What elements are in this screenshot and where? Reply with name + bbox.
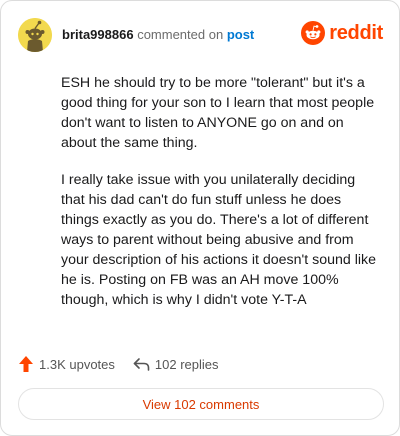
snoo-avatar-icon bbox=[18, 18, 52, 52]
action-text: commented on bbox=[137, 26, 224, 42]
reddit-logo[interactable]: reddit bbox=[301, 21, 383, 45]
logo-text: reddit bbox=[329, 21, 383, 44]
upvote-arrow-icon bbox=[19, 356, 33, 372]
reply-count: 102 replies bbox=[154, 356, 219, 372]
upvote-button[interactable]: 1.3K upvotes bbox=[18, 355, 115, 373]
comment-paragraph: ESH he should try to be more "tolerant" … bbox=[61, 75, 375, 151]
comment-paragraph: I really take issue with you unilaterall… bbox=[61, 172, 377, 308]
comment-header: brita998866 commented on post reddit bbox=[18, 17, 383, 53]
reply-button[interactable]: 102 replies bbox=[133, 357, 219, 372]
view-comments-button[interactable]: View 102 comments bbox=[18, 388, 384, 420]
username-link[interactable]: brita998866 bbox=[62, 27, 134, 42]
comment-card: brita998866 commented on post reddit ESH… bbox=[0, 0, 400, 436]
reddit-logo-icon bbox=[301, 21, 326, 45]
comment-body: ESH he should try to be more "tolerant" … bbox=[61, 73, 379, 327]
upvote-count: 1.3K upvotes bbox=[39, 356, 115, 372]
comment-meta: brita998866 commented on post bbox=[62, 27, 254, 42]
reply-arrow-icon bbox=[133, 358, 150, 371]
comment-footer: 1.3K upvotes 102 replies bbox=[18, 353, 219, 375]
post-link[interactable]: post bbox=[227, 27, 254, 42]
avatar[interactable] bbox=[18, 18, 52, 52]
